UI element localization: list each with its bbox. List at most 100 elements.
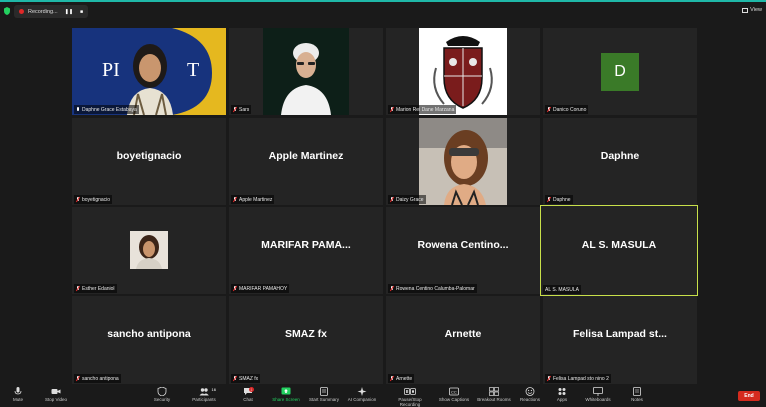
active-speaker-tile[interactable]: AL S. MASULA AL S. MASULA bbox=[540, 205, 698, 296]
apps-icon bbox=[558, 388, 566, 395]
pause-stop-recording-button[interactable]: Pause/Stop Recording bbox=[388, 387, 432, 407]
participant-display-name: SMAZ fx bbox=[285, 328, 327, 340]
participant-name-tag: sancho antipona bbox=[74, 374, 121, 383]
participant-name-tag: Daphne bbox=[545, 195, 573, 204]
participant-name-tag: Rowena Centino Calumba-Palomar bbox=[388, 284, 477, 293]
summary-icon bbox=[320, 387, 328, 396]
end-meeting-button[interactable]: End bbox=[738, 391, 760, 401]
top-bar: Recording... ❚❚ ■ View bbox=[0, 2, 766, 20]
svg-text:PI: PI bbox=[102, 59, 120, 81]
breakout-rooms-label: Breakout Rooms bbox=[477, 397, 511, 402]
view-button[interactable]: View bbox=[742, 7, 762, 13]
stop-recording-icon[interactable]: ■ bbox=[80, 9, 83, 15]
participant-video bbox=[229, 28, 383, 115]
participant-name-tag: AL S. MASULA bbox=[543, 285, 581, 294]
participant-tile[interactable]: SMAZ fx SMAZ fx bbox=[229, 296, 383, 384]
participant-name: Daphne bbox=[553, 196, 571, 203]
mute-label: Mute bbox=[12, 397, 23, 402]
microphone-muted-icon bbox=[390, 375, 394, 382]
microphone-muted-icon bbox=[76, 375, 80, 382]
share-screen-button[interactable]: Share Screen bbox=[266, 387, 306, 402]
participant-name-tag: Sars bbox=[231, 105, 252, 114]
participants-button[interactable]: 16 Participants bbox=[184, 387, 224, 402]
participant-name: Apple Martinez bbox=[239, 196, 273, 203]
participant-name: boyetignacio bbox=[82, 196, 111, 203]
participant-name-tag: SMAZ fx bbox=[231, 374, 261, 383]
participant-tile[interactable]: boyetignacio boyetignacio bbox=[72, 118, 226, 205]
mute-button[interactable]: Mute bbox=[0, 387, 36, 402]
participant-tile[interactable]: Rowena Centino... Rowena Centino Calumba… bbox=[386, 207, 540, 294]
participant-display-name: MARIFAR PAMA... bbox=[261, 238, 351, 251]
pause-recording-label: Pause/Stop Recording bbox=[398, 397, 422, 407]
participant-display-name: boyetignacio bbox=[116, 149, 182, 162]
participant-tile[interactable]: PI T Daphne Grace Estabaya bbox=[72, 28, 226, 115]
participant-tile[interactable]: Daphne Daphne bbox=[543, 118, 697, 205]
shield-icon[interactable] bbox=[4, 7, 10, 15]
grid-view-icon bbox=[742, 7, 749, 13]
participant-name: MARIFAR PAMAHOY bbox=[239, 285, 288, 292]
show-captions-label: Show Captions bbox=[438, 397, 470, 402]
microphone-muted-icon bbox=[390, 285, 394, 292]
smiley-icon bbox=[525, 387, 535, 396]
shield-icon bbox=[157, 387, 167, 396]
microphone-muted-icon bbox=[76, 196, 80, 203]
share-screen-icon bbox=[281, 387, 291, 395]
participant-name: Marion Rei Dane Marzana bbox=[396, 106, 455, 113]
security-label: Security bbox=[153, 397, 171, 402]
svg-text:CC: CC bbox=[451, 389, 457, 394]
recording-label: Recording... bbox=[28, 8, 58, 15]
sparkle-icon bbox=[357, 387, 367, 396]
participant-name-tag: Arnette bbox=[388, 374, 415, 383]
participant-display-name: sancho antipona bbox=[107, 328, 191, 340]
microphone-icon bbox=[14, 387, 22, 395]
whiteboards-label: Whiteboards bbox=[585, 397, 611, 402]
start-summary-label: Start Summary bbox=[308, 397, 339, 402]
ai-companion-button[interactable]: AI Companion bbox=[342, 387, 382, 402]
microphone-muted-icon bbox=[233, 285, 237, 292]
participant-tile[interactable]: Esther Edaniol bbox=[72, 207, 226, 294]
breakout-rooms-icon bbox=[489, 387, 499, 396]
show-captions-button[interactable]: CC Show Captions bbox=[434, 387, 474, 402]
participant-tile[interactable]: D Danico Coruno bbox=[543, 28, 697, 115]
participant-tile[interactable]: Marion Rei Dane Marzana bbox=[386, 28, 540, 115]
participant-tile[interactable]: Daizy Grace bbox=[386, 118, 540, 205]
stop-video-label: Stop Video bbox=[45, 397, 67, 402]
microphone-muted-icon bbox=[547, 106, 551, 113]
notes-icon bbox=[633, 387, 641, 396]
participant-tile[interactable]: Sars bbox=[229, 28, 383, 115]
microphone-muted-icon bbox=[233, 196, 237, 203]
microphone-icon bbox=[76, 106, 80, 113]
security-button[interactable]: Security bbox=[142, 387, 182, 402]
apps-button[interactable]: Apps bbox=[542, 387, 582, 402]
participants-count: 16 bbox=[211, 387, 216, 392]
participant-name-tag: Daizy Grace bbox=[388, 195, 426, 204]
ai-companion-label: AI Companion bbox=[347, 397, 377, 402]
participant-tile[interactable]: MARIFAR PAMA... MARIFAR PAMAHOY bbox=[229, 207, 383, 294]
recording-indicator[interactable]: Recording... ❚❚ ■ bbox=[14, 5, 89, 18]
chat-label: Chat bbox=[243, 397, 253, 402]
stop-video-button[interactable]: Stop Video bbox=[36, 387, 76, 402]
participant-tile[interactable]: Apple Martinez Apple Martinez bbox=[229, 118, 383, 205]
participant-tile[interactable]: Arnette Arnette bbox=[386, 296, 540, 384]
participants-label: Participants bbox=[192, 397, 216, 402]
participant-display-name: Apple Martinez bbox=[268, 149, 344, 162]
notes-button[interactable]: Notes bbox=[617, 387, 657, 402]
view-label: View bbox=[750, 7, 762, 13]
microphone-muted-icon bbox=[233, 106, 237, 113]
breakout-rooms-button[interactable]: Breakout Rooms bbox=[474, 387, 514, 402]
start-summary-button[interactable]: Start Summary bbox=[304, 387, 344, 402]
participant-name: Daphne Grace Estabaya bbox=[82, 106, 137, 113]
whiteboards-button[interactable]: Whiteboards bbox=[578, 387, 618, 402]
whiteboard-icon bbox=[593, 387, 603, 396]
participant-avatar: D bbox=[601, 53, 639, 91]
participant-name: Sars bbox=[239, 106, 250, 113]
pause-stop-icon bbox=[404, 388, 416, 395]
participant-display-name: Felisa Lampad st... bbox=[573, 328, 667, 340]
participant-tile[interactable]: sancho antipona sancho antipona bbox=[72, 296, 226, 384]
meeting-toolbar: Mute Stop Video Security 16 Participants… bbox=[0, 386, 766, 407]
participant-name: Daizy Grace bbox=[396, 196, 424, 203]
recording-dot-icon bbox=[19, 9, 24, 14]
chat-button[interactable]: 1 Chat bbox=[228, 387, 268, 402]
pause-recording-icon[interactable]: ❚❚ bbox=[65, 9, 73, 15]
participant-tile[interactable]: Felisa Lampad st... Felisa Lampad sto ni… bbox=[543, 296, 697, 384]
